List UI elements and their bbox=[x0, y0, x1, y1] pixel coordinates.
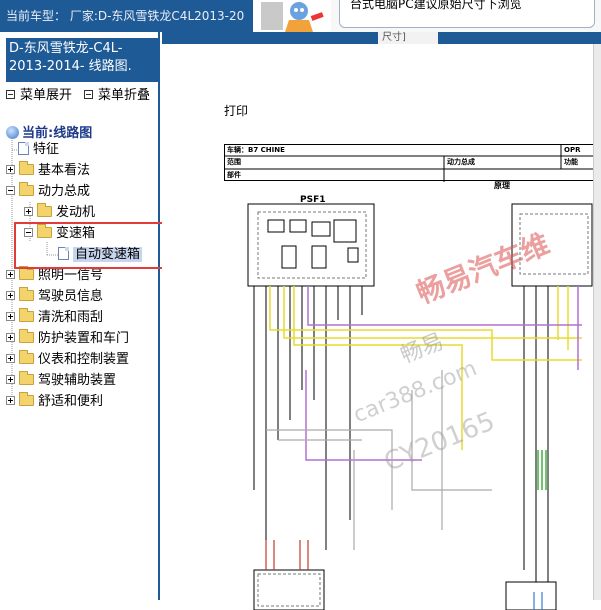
tree-item-features[interactable]: 特征 bbox=[18, 140, 59, 160]
table-powertrain: 动力总成 bbox=[447, 158, 475, 166]
collapse-toggle-icon[interactable] bbox=[6, 186, 15, 195]
folder-open-icon bbox=[19, 182, 34, 196]
diagram-header-table: 车辆：B7 CHINE OPR 范围 动力总成 功能 部件 bbox=[224, 144, 596, 182]
table-component: 部件 bbox=[227, 171, 241, 179]
table-vehicle: 车辆：B7 CHINE bbox=[227, 146, 285, 154]
folder-icon bbox=[19, 308, 34, 322]
browser-hint-text: 台式电脑PC建议原始尺寸下浏览 bbox=[350, 0, 522, 11]
tree-item-driver-info[interactable]: 驾驶员信息 bbox=[6, 287, 103, 307]
tree-item-driving-assist[interactable]: 驾驶辅助装置 bbox=[6, 371, 116, 391]
principle-label: 原理 bbox=[494, 181, 510, 190]
tree-item-label: 动力总成 bbox=[38, 184, 91, 199]
browser-hint-banner: 台式电脑PC建议原始尺寸下浏览 bbox=[331, 0, 601, 32]
tree-item-label: 仪表和控制装置 bbox=[38, 352, 130, 367]
tree-item-label: 照明一信号 bbox=[38, 268, 104, 283]
folder-icon bbox=[19, 371, 34, 385]
print-link[interactable]: 打印 bbox=[224, 102, 248, 119]
tree-item-protection-doors[interactable]: 防护装置和车门 bbox=[6, 329, 129, 349]
wiring-diagram bbox=[247, 203, 593, 610]
folder-icon bbox=[19, 350, 34, 364]
tree-item-lighting-signals[interactable]: 照明一信号 bbox=[6, 266, 103, 286]
tree-item-label: 发动机 bbox=[56, 205, 96, 220]
table-function: 功能 bbox=[564, 158, 578, 166]
tree-item-engine[interactable]: 发动机 bbox=[24, 203, 95, 223]
tree-item-label: 驾驶员信息 bbox=[38, 289, 104, 304]
expand-toggle-icon[interactable] bbox=[6, 312, 15, 321]
folder-icon bbox=[19, 392, 34, 406]
expand-toggle-icon[interactable] bbox=[6, 375, 15, 384]
folder-icon bbox=[19, 266, 34, 280]
expand-toggle-icon[interactable] bbox=[6, 333, 15, 342]
highlight-box bbox=[14, 222, 168, 269]
expand-toggle-icon[interactable] bbox=[24, 207, 33, 216]
tree-item-comfort-convenience[interactable]: 舒适和便利 bbox=[6, 392, 103, 412]
folder-icon bbox=[19, 161, 34, 175]
expand-toggle-icon[interactable] bbox=[6, 396, 15, 405]
tree-item-instruments-controls[interactable]: 仪表和控制装置 bbox=[6, 350, 129, 370]
folder-icon bbox=[19, 287, 34, 301]
expand-toggle-icon[interactable] bbox=[6, 354, 15, 363]
tree-item-label: 舒适和便利 bbox=[38, 394, 104, 409]
tree-item-label: 特征 bbox=[33, 142, 60, 157]
table-scope: 范围 bbox=[227, 158, 241, 166]
sidebar: D-东风雪铁龙-C4L-2013-2014- 线路图. 菜单展开 菜单折叠 当前… bbox=[0, 32, 168, 600]
expand-toggle-icon[interactable] bbox=[6, 291, 15, 300]
page-icon bbox=[18, 142, 29, 155]
table-opr: OPR bbox=[564, 146, 581, 154]
tree-item-powertrain[interactable]: 动力总成 bbox=[6, 182, 90, 202]
expand-toggle-icon[interactable] bbox=[6, 270, 15, 279]
tree-item-label: 基本看法 bbox=[38, 163, 91, 178]
expand-toggle-icon[interactable] bbox=[6, 165, 15, 174]
tree-item-label: 防护装置和车门 bbox=[38, 331, 130, 346]
top-bar: 当前车型： 厂家:D-东风雪铁龙C4L2013-20 台式电脑PC建议原始尺寸下… bbox=[0, 0, 601, 32]
psf1-label: PSF1 bbox=[300, 195, 326, 205]
tree-item-label: 清洗和雨刮 bbox=[38, 310, 104, 325]
tree-item-label: 驾驶辅助装置 bbox=[38, 373, 117, 388]
mascot-icon bbox=[253, 0, 331, 32]
tree-item-wash-wipe[interactable]: 清洗和雨刮 bbox=[6, 308, 103, 328]
size-tab[interactable]: 尺寸] bbox=[378, 32, 438, 44]
diagram-viewer: 尺寸] 打印 车辆：B7 CHINE OPR 范围 动力总成 功能 部件 原理 bbox=[162, 32, 601, 610]
folder-icon bbox=[37, 203, 52, 217]
tree-item-basic-view[interactable]: 基本看法 bbox=[6, 161, 90, 181]
vehicle-label: 当前车型： 厂家:D-东风雪铁龙C4L2013-20 bbox=[0, 0, 253, 32]
vertical-scrollbar[interactable] bbox=[593, 44, 601, 600]
folder-icon bbox=[19, 329, 34, 343]
